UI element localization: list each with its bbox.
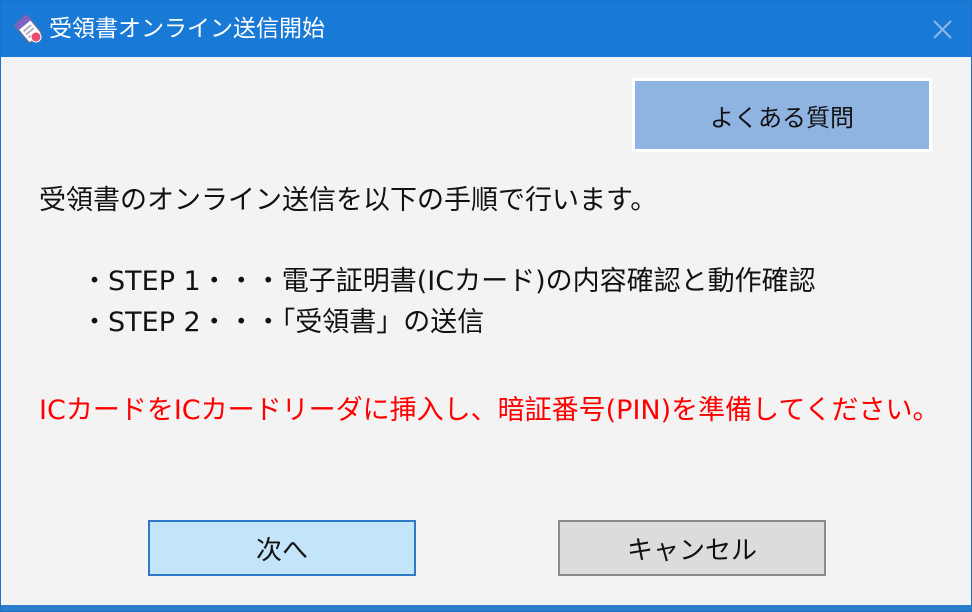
faq-button[interactable]: よくある質問 <box>632 78 932 152</box>
cancel-button[interactable]: キャンセル <box>558 520 826 576</box>
window-title: 受領書オンライン送信開始 <box>49 16 325 42</box>
close-icon[interactable] <box>925 13 959 45</box>
step-1-text: ・STEP 1・・・電子証明書(ICカード)の内容確認と動作確認 <box>81 266 816 297</box>
warning-text: ICカードをICカードリーダに挿入し、暗証番号(PIN)を準備してください。 <box>39 395 940 426</box>
dialog-window: 受領書オンライン送信開始 よくある質問 受領書のオンライン送信を以下の手順で行い… <box>0 0 972 612</box>
bottom-border <box>1 605 971 611</box>
signed-document-icon <box>11 13 45 45</box>
title-bar[interactable]: 受領書オンライン送信開始 <box>1 1 971 57</box>
step-2-text: ・STEP 2・・・「受領書」の送信 <box>81 307 485 338</box>
next-button[interactable]: 次へ <box>148 520 416 576</box>
intro-text: 受領書のオンライン送信を以下の手順で行います。 <box>39 185 658 216</box>
